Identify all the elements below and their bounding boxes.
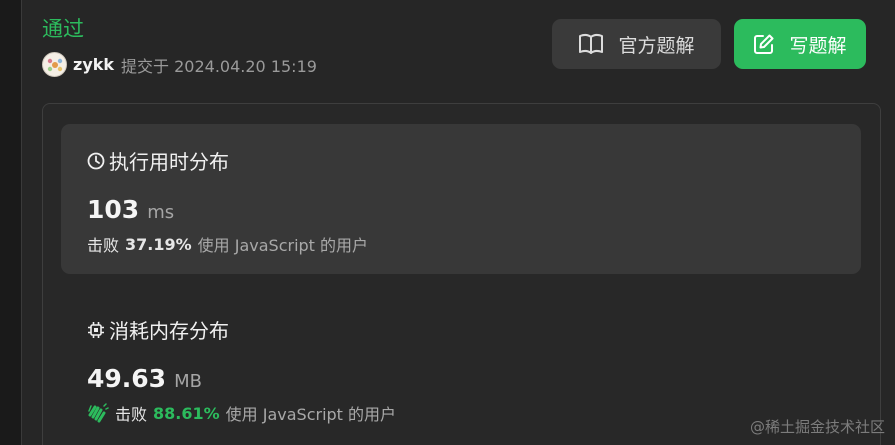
memory-metric: 49.63 MB	[87, 364, 861, 393]
clap-icon	[87, 403, 109, 423]
runtime-metric: 103 ms	[87, 195, 861, 224]
status-text: 通过	[42, 17, 84, 41]
submission-meta: zykk 提交于 2024.04.20 15:19	[42, 52, 317, 77]
runtime-title: 执行用时分布	[109, 150, 229, 174]
memory-beat-percent: 88.61%	[153, 403, 220, 423]
memory-title: 消耗内存分布	[109, 319, 229, 343]
submission-header: 通过 zykk 提交于 2024.04.20 15:19	[42, 14, 317, 77]
username[interactable]: zykk	[73, 55, 114, 74]
official-solution-label: 官方题解	[618, 34, 695, 57]
runtime-beat-label: 击败	[87, 236, 120, 255]
memory-beat-suffix: 使用 JavaScript 的用户	[225, 405, 397, 424]
runtime-unit: ms	[147, 202, 175, 223]
book-icon	[579, 33, 604, 54]
write-solution-button[interactable]: 写题解	[734, 19, 866, 69]
write-solution-label: 写题解	[789, 34, 847, 57]
runtime-value: 103	[87, 195, 140, 224]
submitted-time: 提交于 2024.04.20 15:19	[121, 56, 317, 76]
memory-title-row: 消耗内存分布	[87, 315, 861, 344]
runtime-beat-suffix: 使用 JavaScript 的用户	[197, 236, 369, 255]
runtime-card[interactable]: 执行用时分布 103 ms 击败 37.19% 使用 JavaScript 的用…	[61, 124, 861, 274]
chip-icon	[88, 321, 104, 338]
left-edge-panel	[0, 0, 22, 445]
memory-beat: 击败 88.61% 使用 JavaScript 的用户	[87, 401, 861, 425]
runtime-beat: 击败 37.19% 使用 JavaScript 的用户	[87, 232, 861, 256]
avatar[interactable]	[42, 52, 67, 77]
watermark: @稀土掘金技术社区	[749, 418, 885, 436]
memory-beat-label: 击败	[115, 405, 148, 424]
official-solution-button[interactable]: 官方题解	[552, 19, 721, 69]
runtime-beat-percent: 37.19%	[125, 234, 192, 254]
edit-icon	[754, 34, 774, 54]
memory-value: 49.63	[87, 364, 167, 393]
memory-card[interactable]: 消耗内存分布 49.63 MB 击败 88.61% 使用 JavaScript …	[61, 293, 861, 445]
avatar-image-icon	[47, 58, 62, 71]
memory-unit: MB	[174, 371, 202, 392]
runtime-title-row: 执行用时分布	[87, 146, 861, 175]
clock-icon	[87, 152, 105, 169]
